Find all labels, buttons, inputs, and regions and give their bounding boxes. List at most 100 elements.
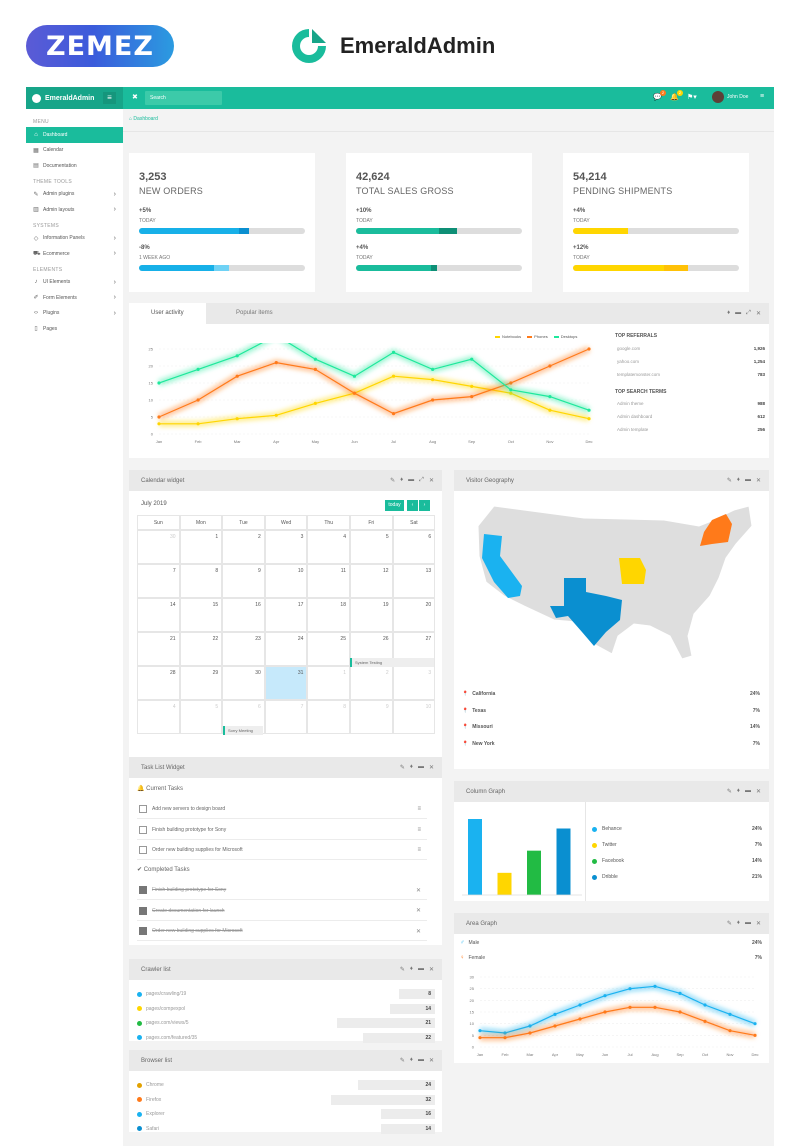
menu-toggle-icon[interactable]: ≡ [103, 92, 116, 104]
calendar-day[interactable]: 24 [264, 632, 308, 666]
minimize-icon[interactable]: ▬ [418, 966, 424, 973]
calendar-day[interactable]: 20 [392, 598, 436, 632]
referral-row[interactable]: Admin dashboard 612 [617, 414, 765, 419]
referral-row[interactable]: yahoo.com 1,254 [617, 359, 765, 364]
calendar-day[interactable]: 25 [307, 632, 350, 666]
geo-row[interactable]: 📍 California 24% [462, 691, 760, 697]
task-item[interactable]: Order new building supplies for Microsof… [137, 841, 427, 860]
referral-row[interactable]: Admin template 256 [617, 427, 765, 432]
minimize-icon[interactable]: ▬ [418, 764, 424, 771]
calendar-day[interactable]: 19 [350, 598, 393, 632]
sidebar-item-calendar[interactable]: ▦ Calendar [26, 143, 123, 159]
tab-popular-items[interactable]: Popular items [214, 303, 295, 324]
breadcrumb[interactable]: ⌂ Dashboard [129, 116, 158, 122]
task-checkbox[interactable] [139, 927, 147, 935]
flag-icon[interactable]: ⚑▾ [687, 93, 697, 101]
calendar-day[interactable]: 31 [264, 666, 308, 700]
drop-icon[interactable]: ♦ [737, 920, 740, 927]
minimize-icon[interactable]: ▬ [745, 788, 751, 795]
calendar-event[interactable]: System Testing [350, 658, 434, 667]
minimize-icon[interactable]: ▬ [408, 477, 414, 484]
calendar-day[interactable]: 7 [264, 700, 308, 734]
fullscreen-icon[interactable]: ✖ [132, 93, 138, 101]
delete-icon[interactable]: ✕ [416, 887, 421, 894]
drop-icon[interactable]: ♦ [737, 477, 740, 484]
calendar-day[interactable]: 8 [179, 564, 223, 598]
delete-icon[interactable]: ✕ [416, 928, 421, 935]
sidebar-item-ui-elements[interactable]: ♪ UI Elements › [26, 275, 123, 291]
legend-row[interactable]: Behance 24% [592, 826, 762, 832]
drop-icon[interactable]: ♦ [400, 477, 403, 484]
calendar-day[interactable]: 16 [222, 598, 265, 632]
user-menu[interactable]: John Doe [712, 91, 748, 103]
minimize-icon[interactable]: ▬ [745, 920, 751, 927]
calendar-day[interactable]: 2 [350, 666, 393, 700]
delete-icon[interactable]: ✕ [416, 907, 421, 914]
calendar-day[interactable]: 2 [222, 530, 265, 564]
list-row[interactable]: Explorer 16 [137, 1107, 435, 1121]
list-row[interactable]: Firefox 32 [137, 1093, 435, 1107]
task-item[interactable]: Create documentation for launch ✕ [137, 902, 427, 921]
list-row[interactable]: Safari 14 [137, 1122, 435, 1136]
calendar-day[interactable]: 3 [392, 666, 436, 700]
drop-icon[interactable]: ♦ [727, 310, 730, 317]
today-button[interactable]: today [385, 500, 404, 511]
task-item[interactable]: Add new servers to design board ≡ [137, 800, 427, 819]
expand-icon[interactable]: ⤢ [419, 477, 424, 484]
close-icon[interactable]: ✕ [756, 477, 761, 484]
calendar-day[interactable]: 28 [137, 666, 180, 700]
sidebar-item-dashboard[interactable]: ⌂ Dashboard [26, 127, 123, 143]
sidebar-item-pages[interactable]: ▯ Pages [26, 321, 123, 337]
calendar-day[interactable]: 15 [179, 598, 223, 632]
list-row[interactable]: pages.com/views/5 21 [137, 1016, 435, 1030]
sidebar-item-form-elements[interactable]: ✐ Form Elements › [26, 290, 123, 306]
task-checkbox[interactable] [139, 906, 147, 915]
drag-handle-icon[interactable]: ≡ [417, 847, 421, 853]
task-checkbox[interactable] [139, 846, 147, 854]
close-icon[interactable]: ✕ [429, 966, 434, 973]
edit-icon[interactable]: ✎ [400, 966, 405, 973]
task-checkbox[interactable] [139, 886, 147, 894]
edit-icon[interactable]: ✎ [727, 477, 732, 484]
calendar-day[interactable]: 5 [350, 530, 393, 564]
drag-handle-icon[interactable]: ≡ [417, 806, 421, 812]
minimize-icon[interactable]: ▬ [745, 477, 751, 484]
edit-icon[interactable]: ✎ [400, 764, 405, 771]
calendar-day[interactable]: 4 [307, 530, 350, 564]
drop-icon[interactable]: ♦ [737, 788, 740, 795]
calendar-event[interactable]: Sorry Meeting [223, 726, 263, 735]
calendar-day[interactable]: 18 [307, 598, 350, 632]
geo-row[interactable]: 📍 New York 7% [462, 741, 760, 747]
calendar-day[interactable]: 12 [350, 564, 393, 598]
list-row[interactable]: pages.com/featured/35 22 [137, 1031, 435, 1045]
tab-user-activity[interactable]: User activity [129, 303, 206, 324]
calendar-day[interactable]: 8 [307, 700, 350, 734]
sidebar-item-admin-plugins[interactable]: ✎ Admin plugins › [26, 187, 123, 203]
prev-month-icon[interactable]: ‹ [407, 500, 418, 511]
sidebar-item-admin-layouts[interactable]: ▥ Admin layouts › [26, 202, 123, 218]
calendar-day[interactable]: 1 [179, 530, 223, 564]
calendar-day[interactable]: 22 [179, 632, 223, 666]
drop-icon[interactable]: ♦ [410, 1057, 413, 1064]
calendar-day[interactable]: 23 [222, 632, 265, 666]
calendar-day[interactable]: 17 [264, 598, 308, 632]
edit-icon[interactable]: ✎ [727, 920, 732, 927]
close-icon[interactable]: ✕ [429, 764, 434, 771]
geo-row[interactable]: 📍 Texas 7% [462, 708, 760, 714]
geo-row[interactable]: 📍 Missouri 14% [462, 724, 760, 730]
list-row[interactable]: pages/crawling/19 8 [137, 987, 435, 1001]
close-icon[interactable]: ✕ [756, 310, 761, 317]
list-row[interactable]: pages/compexpol 14 [137, 1002, 435, 1016]
close-icon[interactable]: ✕ [429, 1057, 434, 1064]
legend-row[interactable]: ♂ Male 24% [460, 940, 762, 946]
calendar-day[interactable]: 13 [392, 564, 436, 598]
referral-row[interactable]: google.com 1,926 [617, 346, 765, 351]
drag-handle-icon[interactable]: ≡ [417, 827, 421, 833]
calendar-day[interactable]: 7 [137, 564, 180, 598]
task-item[interactable]: Finish building prototype for Sony ≡ [137, 821, 427, 840]
calendar-day[interactable]: 30 [222, 666, 265, 700]
sidebar-item-information-panels[interactable]: ◇ Information Panels › [26, 231, 123, 247]
calendar-day[interactable]: 9 [222, 564, 265, 598]
legend-row[interactable]: Twitter 7% [592, 842, 762, 848]
close-icon[interactable]: ✕ [756, 788, 761, 795]
